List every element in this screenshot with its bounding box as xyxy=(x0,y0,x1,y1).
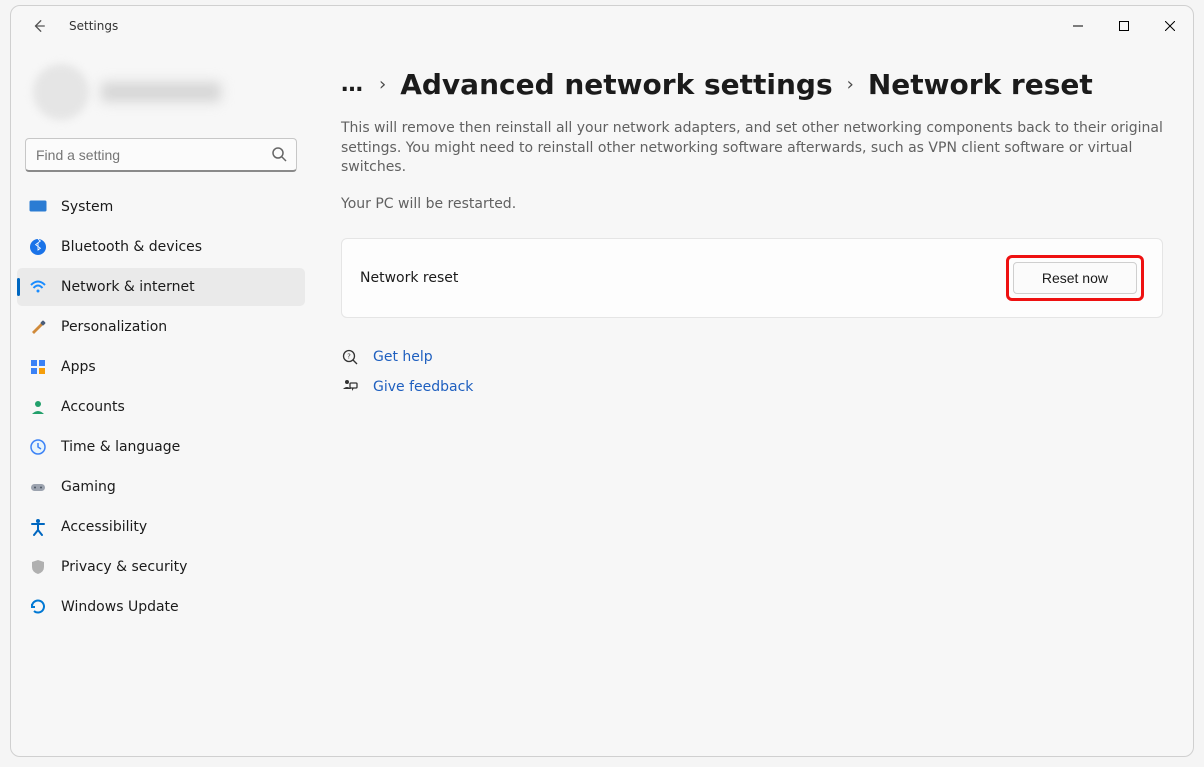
svg-text:?: ? xyxy=(347,352,351,360)
sidebar-item-label: Time & language xyxy=(61,439,180,455)
main-content: … › Advanced network settings › Network … xyxy=(311,46,1193,756)
give-feedback-row: Give feedback xyxy=(341,378,1163,396)
sidebar-item-apps[interactable]: Apps xyxy=(17,348,305,386)
sidebar-item-update[interactable]: Windows Update xyxy=(17,588,305,626)
shield-icon xyxy=(29,558,47,576)
sidebar-item-label: Gaming xyxy=(61,479,116,495)
search-input[interactable] xyxy=(25,138,297,172)
accessibility-icon xyxy=(29,518,47,536)
sidebar-item-label: Privacy & security xyxy=(61,559,187,575)
breadcrumb: … › Advanced network settings › Network … xyxy=(341,68,1163,101)
sidebar-item-label: Accessibility xyxy=(61,519,147,535)
sidebar-item-gaming[interactable]: Gaming xyxy=(17,468,305,506)
app-title: Settings xyxy=(69,19,118,33)
page-title: Network reset xyxy=(868,68,1093,101)
sidebar-item-system[interactable]: System xyxy=(17,188,305,226)
refresh-icon xyxy=(29,598,47,616)
sidebar-item-label: Apps xyxy=(61,359,96,375)
breadcrumb-parent[interactable]: Advanced network settings xyxy=(400,68,832,101)
sidebar-item-bluetooth[interactable]: Bluetooth & devices xyxy=(17,228,305,266)
apps-icon xyxy=(29,358,47,376)
reset-now-button[interactable]: Reset now xyxy=(1013,262,1137,294)
nav-list: System Bluetooth & devices Network & int… xyxy=(11,188,311,626)
close-icon xyxy=(1165,21,1175,31)
person-icon xyxy=(29,398,47,416)
user-name-redacted xyxy=(101,82,221,102)
gamepad-icon xyxy=(29,478,47,496)
help-icon: ? xyxy=(341,348,359,366)
get-help-link[interactable]: Get help xyxy=(373,349,433,365)
bluetooth-icon xyxy=(29,238,47,256)
sidebar-item-label: Bluetooth & devices xyxy=(61,239,202,255)
search-icon xyxy=(271,146,287,162)
avatar xyxy=(33,64,89,120)
restart-note: Your PC will be restarted. xyxy=(341,196,1163,212)
network-reset-card: Network reset Reset now xyxy=(341,238,1163,318)
arrow-left-icon xyxy=(32,19,46,33)
description-text: This will remove then reinstall all your… xyxy=(341,119,1163,178)
maximize-icon xyxy=(1119,21,1129,31)
sidebar-item-label: Network & internet xyxy=(61,279,195,295)
clock-icon xyxy=(29,438,47,456)
sidebar-item-label: System xyxy=(61,199,113,215)
card-label: Network reset xyxy=(360,270,458,286)
titlebar: Settings xyxy=(11,6,1193,46)
feedback-icon xyxy=(341,378,359,396)
breadcrumb-more[interactable]: … xyxy=(341,72,365,97)
sidebar-item-time[interactable]: Time & language xyxy=(17,428,305,466)
sidebar-item-label: Personalization xyxy=(61,319,167,335)
sidebar-item-network[interactable]: Network & internet xyxy=(17,268,305,306)
brush-icon xyxy=(29,318,47,336)
sidebar-item-privacy[interactable]: Privacy & security xyxy=(17,548,305,586)
chevron-right-icon: › xyxy=(847,74,854,95)
sidebar-item-label: Accounts xyxy=(61,399,125,415)
sidebar: System Bluetooth & devices Network & int… xyxy=(11,46,311,756)
sidebar-item-accessibility[interactable]: Accessibility xyxy=(17,508,305,546)
chevron-right-icon: › xyxy=(379,74,386,95)
wifi-icon xyxy=(29,278,47,296)
give-feedback-link[interactable]: Give feedback xyxy=(373,379,473,395)
maximize-button[interactable] xyxy=(1101,6,1147,46)
minimize-button[interactable] xyxy=(1055,6,1101,46)
sidebar-item-accounts[interactable]: Accounts xyxy=(17,388,305,426)
display-icon xyxy=(29,198,47,216)
get-help-row: ? Get help xyxy=(341,348,1163,366)
back-button[interactable] xyxy=(21,8,57,44)
user-profile[interactable] xyxy=(11,56,311,130)
minimize-icon xyxy=(1073,21,1083,31)
close-button[interactable] xyxy=(1147,6,1193,46)
sidebar-item-personalization[interactable]: Personalization xyxy=(17,308,305,346)
settings-window: Settings xyxy=(10,5,1194,757)
sidebar-item-label: Windows Update xyxy=(61,599,179,615)
annotation-highlight: Reset now xyxy=(1006,255,1144,301)
